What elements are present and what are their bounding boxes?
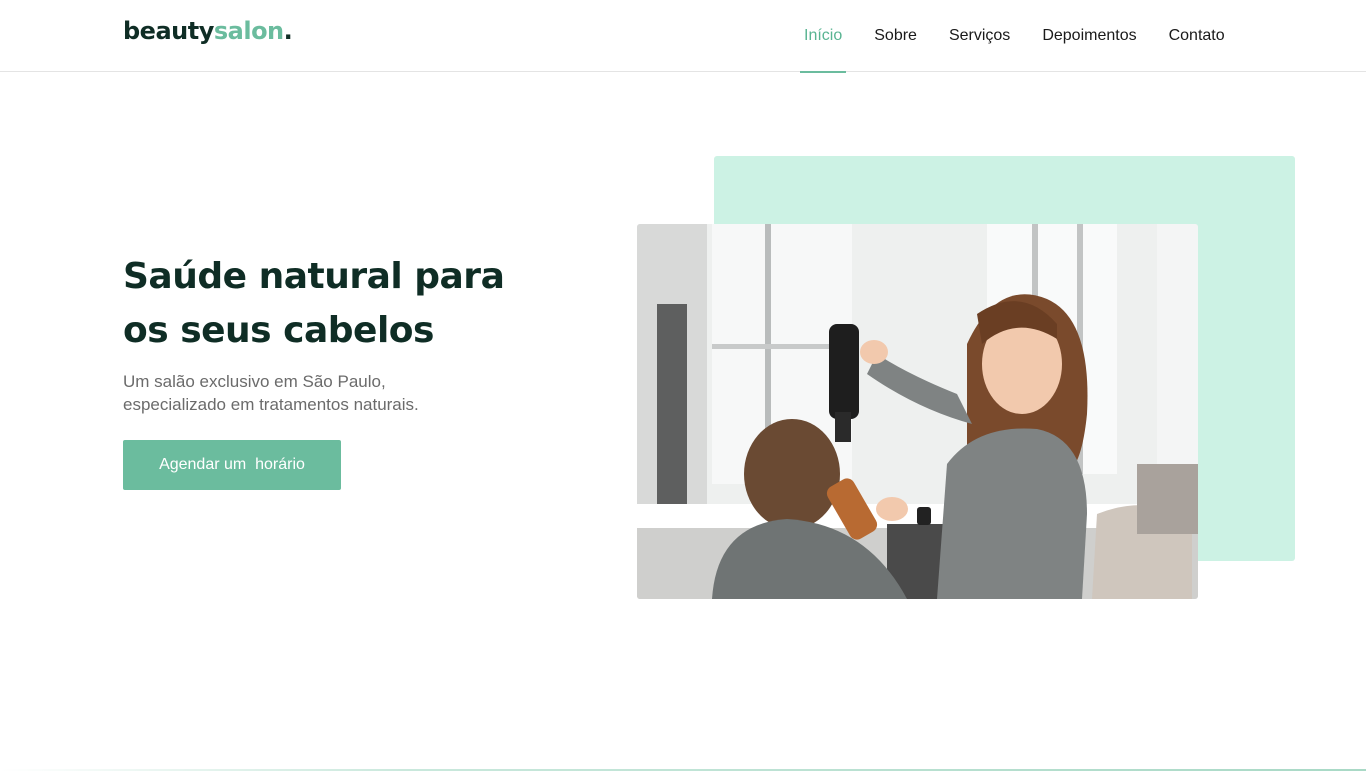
hero-title: Saúde natural para os seus cabelos bbox=[123, 256, 505, 351]
brand-logo[interactable]: beautysalon. bbox=[123, 17, 293, 45]
book-appointment-button[interactable]: Agendar um horário bbox=[123, 440, 341, 490]
salon-photo-illustration bbox=[637, 224, 1198, 599]
site-header: beautysalon. Início Sobre Serviços Depoi… bbox=[0, 0, 1366, 73]
brand-name-part1: beauty bbox=[123, 17, 214, 45]
brand-name-part2: salon bbox=[213, 17, 284, 45]
nav-item-sobre[interactable]: Sobre bbox=[866, 0, 925, 72]
nav-item-inicio[interactable]: Início bbox=[796, 0, 850, 73]
nav-item-depoimentos[interactable]: Depoimentos bbox=[1034, 0, 1144, 72]
brand-dot: . bbox=[283, 17, 293, 45]
nav-item-contato[interactable]: Contato bbox=[1161, 0, 1233, 72]
main-nav: Início Sobre Serviços Depoimentos Contat… bbox=[796, 0, 1249, 73]
hero-photo bbox=[637, 224, 1198, 599]
nav-item-servicos[interactable]: Serviços bbox=[941, 0, 1018, 72]
hero-subtitle: Um salão exclusivo em São Paulo, especia… bbox=[123, 372, 419, 414]
